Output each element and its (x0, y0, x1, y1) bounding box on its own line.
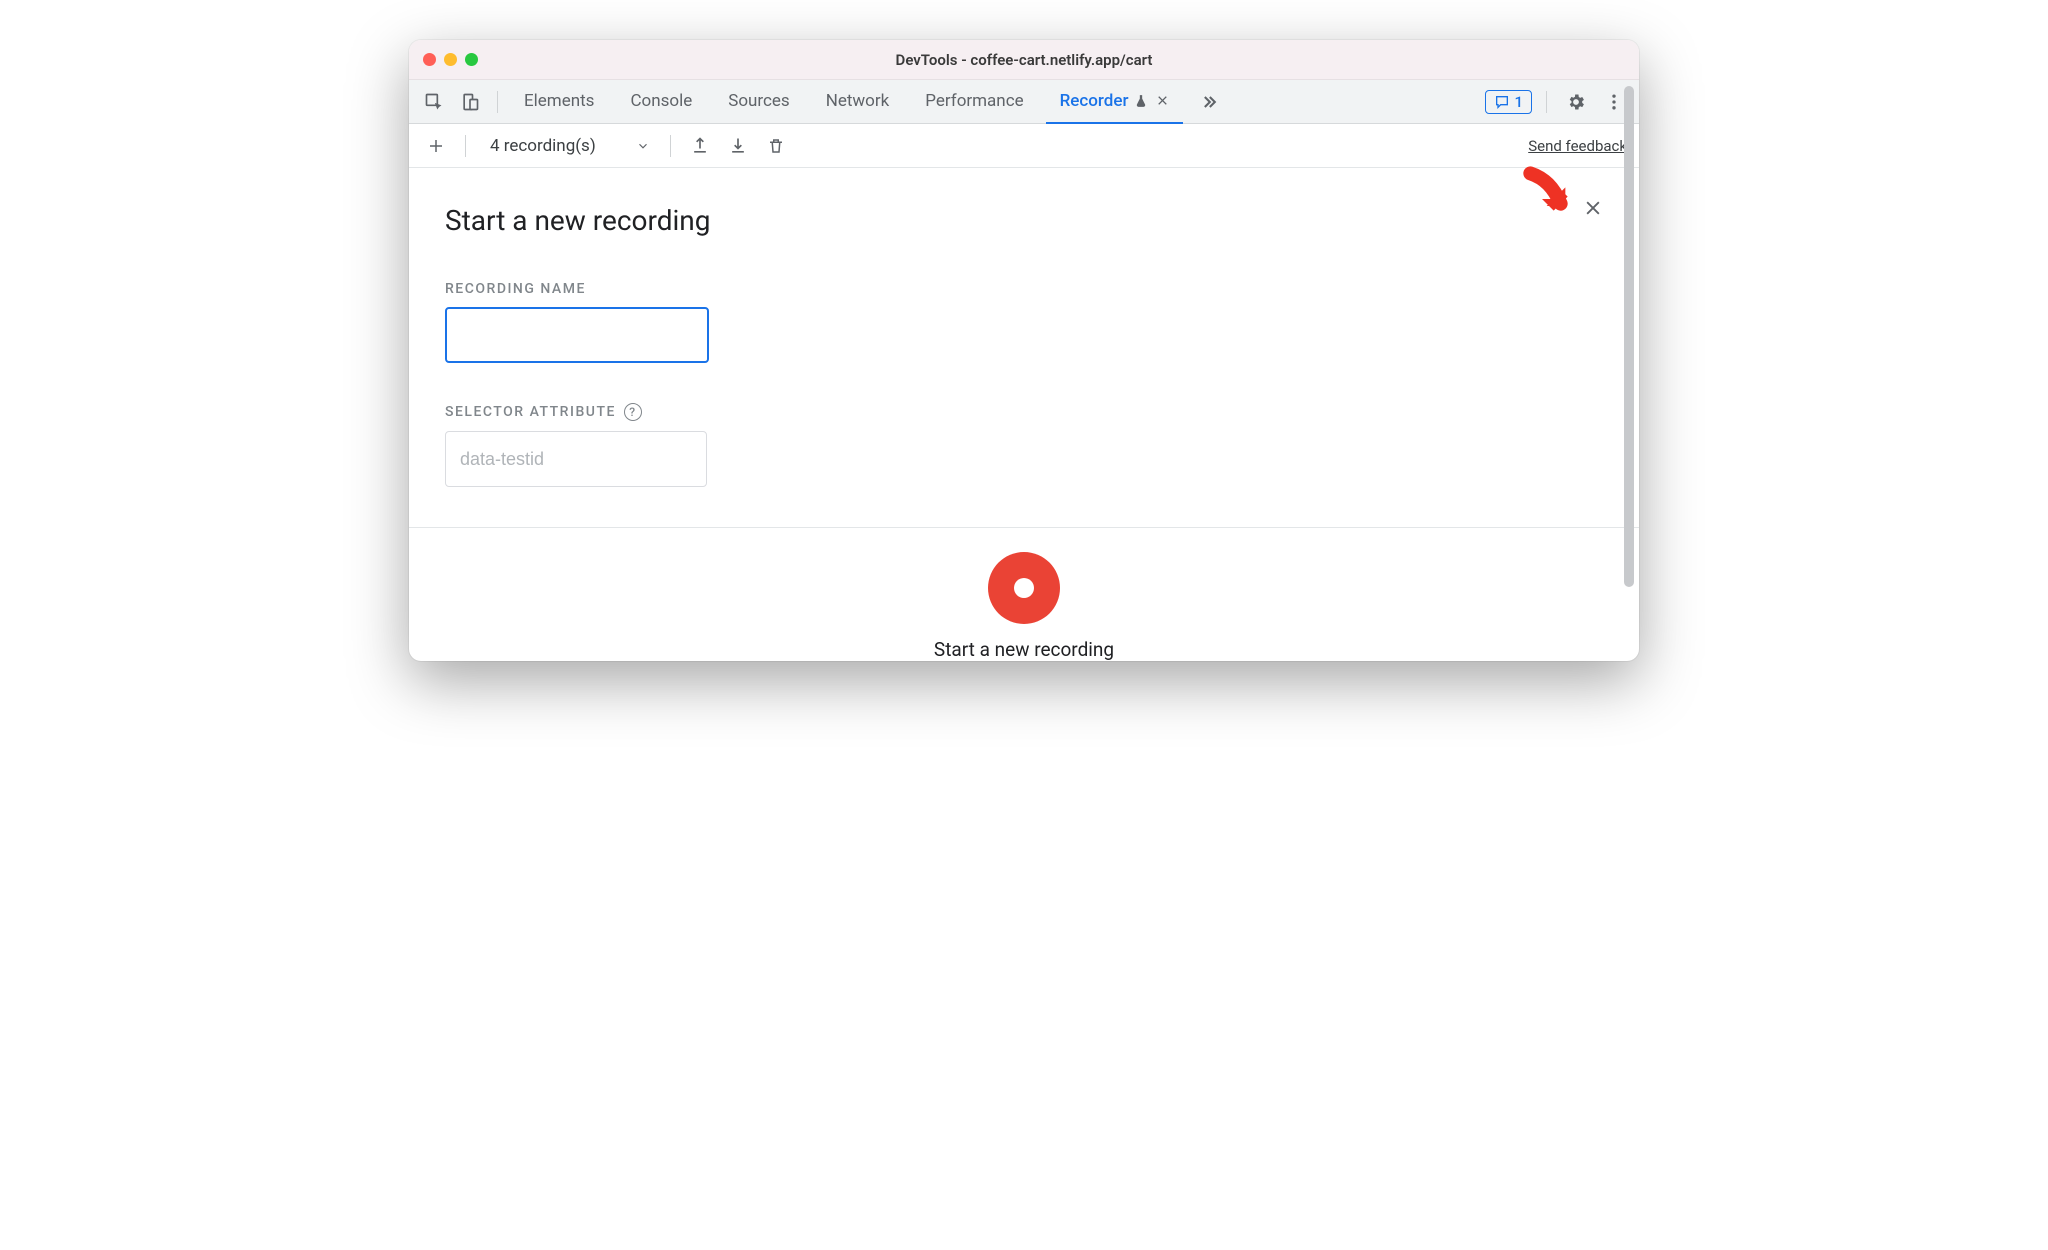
zoom-window-button[interactable] (465, 53, 478, 66)
record-icon (988, 552, 1060, 624)
tab-sources[interactable]: Sources (714, 80, 803, 124)
delete-icon[interactable] (761, 131, 791, 161)
devtools-window: DevTools - coffee-cart.netlify.app/cart … (409, 40, 1639, 661)
messages-badge[interactable]: 1 (1485, 90, 1532, 114)
devtools-tabstrip: Elements Console Sources Network Perform… (409, 80, 1639, 124)
recording-name-label: RECORDING NAME (445, 281, 1603, 297)
settings-icon[interactable] (1561, 87, 1591, 117)
tab-performance[interactable]: Performance (911, 80, 1037, 124)
panel-title: Start a new recording (445, 204, 1603, 237)
help-icon[interactable]: ? (624, 403, 642, 421)
start-recording-label: Start a new recording (934, 638, 1114, 661)
traffic-lights (423, 53, 478, 66)
window-title: DevTools - coffee-cart.netlify.app/cart (409, 51, 1639, 69)
panel-tabs: Elements Console Sources Network Perform… (510, 80, 1227, 124)
recorder-toolbar: 4 recording(s) Send feedback (409, 124, 1639, 168)
selector-attribute-label: SELECTOR ATTRIBUTE ? (445, 403, 1603, 421)
start-recording-panel: Start a new recording RECORDING NAME SEL… (409, 168, 1639, 661)
start-recording-button[interactable]: Start a new recording (445, 552, 1603, 661)
messages-count: 1 (1514, 93, 1523, 111)
tab-label: Performance (925, 91, 1023, 111)
recording-name-input[interactable] (445, 307, 709, 363)
close-window-button[interactable] (423, 53, 436, 66)
tab-console[interactable]: Console (616, 80, 706, 124)
scrollbar-thumb[interactable] (1624, 86, 1634, 587)
divider (497, 91, 498, 113)
annotation-arrow-icon (1521, 164, 1577, 220)
more-tabs-icon[interactable] (1191, 92, 1227, 112)
new-recording-icon[interactable] (421, 131, 451, 161)
divider (670, 135, 671, 157)
tab-label: Network (826, 91, 890, 111)
device-toolbar-icon[interactable] (455, 87, 485, 117)
tab-label: Elements (524, 91, 594, 111)
chevron-down-icon (636, 139, 650, 153)
recordings-dropdown[interactable]: 4 recording(s) (480, 136, 656, 156)
tab-elements[interactable]: Elements (510, 80, 608, 124)
divider (465, 135, 466, 157)
recordings-dropdown-label: 4 recording(s) (490, 136, 596, 156)
export-icon[interactable] (685, 131, 715, 161)
selector-attribute-label-text: SELECTOR ATTRIBUTE (445, 404, 616, 420)
minimize-window-button[interactable] (444, 53, 457, 66)
experiment-flask-icon (1134, 94, 1148, 108)
send-feedback-link[interactable]: Send feedback (1528, 137, 1627, 155)
divider (409, 527, 1639, 528)
tab-label: Console (630, 91, 692, 111)
inspect-element-icon[interactable] (419, 87, 449, 117)
tab-label: Sources (728, 91, 789, 111)
divider (1546, 91, 1547, 113)
close-panel-icon[interactable] (1583, 198, 1603, 218)
selector-attribute-input[interactable] (445, 431, 707, 487)
import-icon[interactable] (723, 131, 753, 161)
window-titlebar: DevTools - coffee-cart.netlify.app/cart (409, 40, 1639, 80)
close-tab-icon[interactable] (1156, 94, 1169, 107)
scrollbar[interactable] (1622, 86, 1636, 655)
tab-recorder[interactable]: Recorder (1046, 80, 1184, 124)
tab-network[interactable]: Network (812, 80, 904, 124)
tab-label: Recorder (1060, 91, 1129, 111)
